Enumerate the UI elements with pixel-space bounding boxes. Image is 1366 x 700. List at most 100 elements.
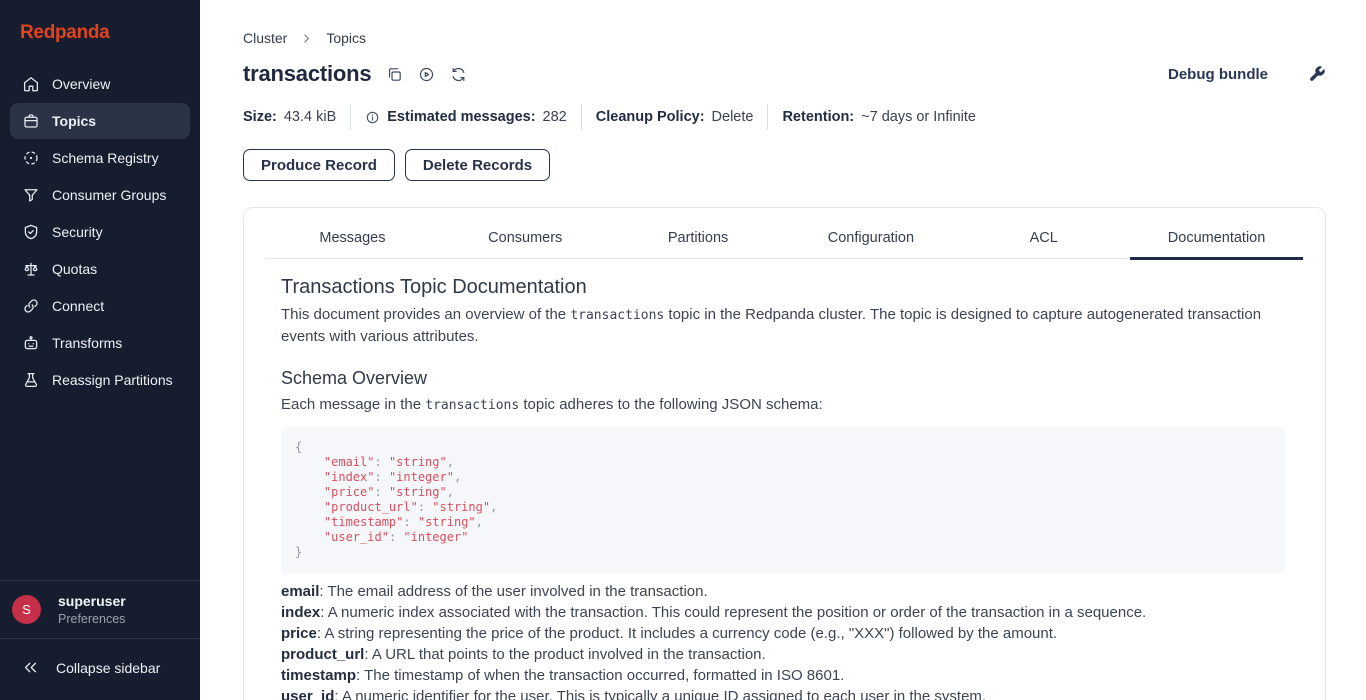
- field-name: price: [281, 625, 317, 642]
- field-desc: : A URL that points to the product invol…: [364, 646, 765, 663]
- link-icon: [22, 297, 40, 315]
- tab-consumers[interactable]: Consumers: [439, 221, 612, 258]
- sidebar-item-connect[interactable]: Connect: [10, 288, 190, 324]
- field-desc: : A numeric identifier for the user. Thi…: [334, 688, 986, 700]
- schema-heading: Schema Overview: [281, 368, 1285, 389]
- delete-records-button[interactable]: Delete Records: [405, 149, 550, 181]
- field-email: email: The email address of the user inv…: [281, 581, 1285, 602]
- stat-value: Delete: [712, 109, 754, 125]
- topic-card: MessagesConsumersPartitionsConfiguration…: [243, 207, 1326, 700]
- sidebar-item-label: Schema Registry: [52, 150, 159, 166]
- scales-icon: [22, 260, 40, 278]
- tab-configuration[interactable]: Configuration: [784, 221, 957, 258]
- sidebar-item-security[interactable]: Security: [10, 214, 190, 250]
- topics-icon: [22, 112, 40, 130]
- sidebar-nav: Overview Topics Schema Registry Consumer…: [0, 58, 200, 407]
- code-line: "timestamp": "string",: [295, 515, 1271, 530]
- stat-size: Size: 43.4 kiB: [243, 104, 350, 130]
- stat-label: Size:: [243, 109, 277, 125]
- code-open-brace: {: [295, 440, 1271, 455]
- stat-value: 43.4 kiB: [284, 109, 336, 125]
- chevron-right-icon: [300, 32, 313, 45]
- stat-label: Cleanup Policy:: [596, 109, 705, 125]
- stat-label: Estimated messages:: [387, 109, 535, 125]
- doc-intro: This document provides an overview of th…: [281, 304, 1285, 347]
- wrench-icon[interactable]: [1308, 65, 1326, 83]
- sidebar-item-quotas[interactable]: Quotas: [10, 251, 190, 287]
- schema-registry-icon: [22, 149, 40, 167]
- code-close-brace: }: [295, 545, 1271, 560]
- tab-partitions[interactable]: Partitions: [612, 221, 785, 258]
- user-menu[interactable]: S superuser Preferences: [0, 580, 200, 638]
- logo-wrap: Redpanda: [0, 0, 200, 58]
- doc-title: Transactions Topic Documentation: [281, 276, 1285, 299]
- sidebar: Redpanda Overview Topics Schema Registry…: [0, 0, 200, 700]
- collapse-sidebar-label: Collapse sidebar: [56, 660, 160, 676]
- robot-icon: [22, 334, 40, 352]
- stat-label: Retention:: [782, 109, 854, 125]
- refresh-icon[interactable]: [450, 66, 467, 83]
- breadcrumb-topics[interactable]: Topics: [326, 30, 366, 46]
- inline-code: transactions: [570, 308, 664, 323]
- topic-actions: Produce Record Delete Records: [243, 149, 1326, 181]
- field-user-id: user_id: A numeric identifier for the us…: [281, 686, 1285, 700]
- json-schema-code-block: { "email": "string", "index": "integer",…: [281, 427, 1285, 573]
- field-price: price: A string representing the price o…: [281, 623, 1285, 644]
- home-icon: [22, 75, 40, 93]
- stat-value: ~7 days or Infinite: [861, 109, 976, 125]
- field-descriptions: email: The email address of the user inv…: [281, 581, 1285, 700]
- debug-bundle-link[interactable]: Debug bundle: [1168, 66, 1268, 83]
- sidebar-item-topics[interactable]: Topics: [10, 103, 190, 139]
- sidebar-item-label: Topics: [52, 113, 96, 129]
- main-content: Cluster Topics transactions Debug bundle: [200, 0, 1366, 700]
- sidebar-item-consumer-groups[interactable]: Consumer Groups: [10, 177, 190, 213]
- field-name: email: [281, 583, 319, 600]
- tab-bar: MessagesConsumersPartitionsConfiguration…: [266, 221, 1303, 259]
- tab-messages[interactable]: Messages: [266, 221, 439, 258]
- play-circle-icon[interactable]: [418, 66, 435, 83]
- stat-estimated-messages: Estimated messages: 282: [350, 104, 581, 130]
- field-desc: : The email address of the user involved…: [319, 583, 707, 600]
- code-lines: "email": "string", "index": "integer", "…: [295, 455, 1271, 545]
- info-icon[interactable]: [365, 110, 380, 125]
- field-index: index: A numeric index associated with t…: [281, 602, 1285, 623]
- field-name: product_url: [281, 646, 364, 663]
- produce-record-button[interactable]: Produce Record: [243, 149, 395, 181]
- tab-acl[interactable]: ACL: [957, 221, 1130, 258]
- user-preferences-link[interactable]: Preferences: [58, 612, 126, 626]
- redpanda-logo[interactable]: Redpanda: [20, 22, 109, 43]
- field-name: index: [281, 604, 320, 621]
- stat-cleanup-policy: Cleanup Policy: Delete: [581, 104, 768, 130]
- sidebar-item-label: Quotas: [52, 261, 97, 277]
- page-title: transactions: [243, 61, 371, 87]
- sidebar-item-overview[interactable]: Overview: [10, 66, 190, 102]
- sidebar-item-label: Reassign Partitions: [52, 372, 173, 388]
- avatar: S: [12, 595, 41, 624]
- copy-icon[interactable]: [386, 66, 403, 83]
- sidebar-item-schema-registry[interactable]: Schema Registry: [10, 140, 190, 176]
- collapse-sidebar-button[interactable]: Collapse sidebar: [0, 638, 200, 700]
- field-name: timestamp: [281, 667, 356, 684]
- sidebar-item-label: Consumer Groups: [52, 187, 166, 203]
- documentation-panel: Transactions Topic Documentation This do…: [266, 276, 1303, 700]
- field-name: user_id: [281, 688, 334, 700]
- sidebar-item-label: Transforms: [52, 335, 122, 351]
- code-line: "price": "string",: [295, 485, 1271, 500]
- field-desc: : A numeric index associated with the tr…: [320, 604, 1146, 621]
- breadcrumb-cluster[interactable]: Cluster: [243, 30, 287, 46]
- field-timestamp: timestamp: The timestamp of when the tra…: [281, 665, 1285, 686]
- sidebar-item-label: Connect: [52, 298, 104, 314]
- field-product-url: product_url: A URL that points to the pr…: [281, 644, 1285, 665]
- tab-documentation[interactable]: Documentation: [1130, 221, 1303, 258]
- sidebar-item-transforms[interactable]: Transforms: [10, 325, 190, 361]
- double-chevron-left-icon: [22, 659, 39, 676]
- breadcrumb: Cluster Topics: [243, 30, 1326, 46]
- field-desc: : A string representing the price of the…: [317, 625, 1057, 642]
- code-line: "product_url": "string",: [295, 500, 1271, 515]
- stat-retention: Retention: ~7 days or Infinite: [767, 104, 990, 130]
- sidebar-item-reassign-partitions[interactable]: Reassign Partitions: [10, 362, 190, 398]
- inline-code: transactions: [425, 398, 519, 413]
- sidebar-item-label: Security: [52, 224, 103, 240]
- user-name: superuser: [58, 593, 126, 609]
- title-row: transactions Debug bundle: [243, 61, 1326, 87]
